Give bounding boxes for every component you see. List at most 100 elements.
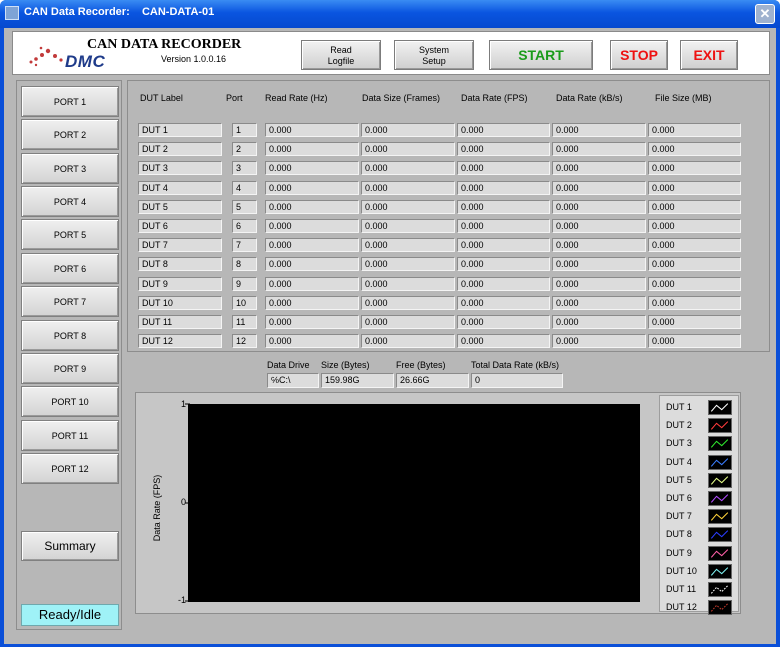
stop-button[interactable]: STOP xyxy=(610,40,668,70)
cell-file-size: 0.000 xyxy=(648,295,741,310)
cell-port: 11 xyxy=(232,315,257,329)
port-button-2[interactable]: PORT 2 xyxy=(21,119,119,150)
data-drive-value: C:\ xyxy=(278,375,291,385)
legend-item[interactable]: DUT 8 xyxy=(666,526,738,543)
legend-swatch-icon xyxy=(708,545,732,561)
cell-file-size: 0.000 xyxy=(648,257,741,272)
close-window-button[interactable]: ✕ xyxy=(755,4,775,24)
app-icon xyxy=(5,6,19,20)
title-bar[interactable]: CAN Data Recorder: CAN-DATA-01 ✕ xyxy=(0,0,780,28)
cell-data-rate-fps: 0.000 xyxy=(457,199,550,214)
port-button-3[interactable]: PORT 3 xyxy=(21,153,119,184)
cell-read-rate: 0.000 xyxy=(265,123,359,137)
legend-item[interactable]: DUT 2 xyxy=(666,417,738,434)
legend-label: DUT 2 xyxy=(666,420,692,431)
cell-dut-label: DUT 11 xyxy=(138,315,222,329)
cell-dut-label: DUT 3 xyxy=(138,161,222,176)
app-window: CAN Data Recorder: CAN-DATA-01 ✕ DMC CAN… xyxy=(0,0,780,647)
total-rate-value: 0 xyxy=(471,373,563,388)
legend-item[interactable]: DUT 11 xyxy=(666,581,738,598)
dut-table-panel: DUT Label Port Read Rate (Hz) Data Size … xyxy=(127,80,770,352)
plot-area[interactable] xyxy=(188,404,640,602)
size-value: 159.98G xyxy=(321,373,394,388)
legend-label: DUT 4 xyxy=(666,456,692,467)
cell-file-size: 0.000 xyxy=(648,219,741,233)
legend-item[interactable]: DUT 7 xyxy=(666,508,738,525)
legend-label: DUT 1 xyxy=(666,402,692,412)
cell-data-rate-kbs: 0.000 xyxy=(552,257,646,272)
cell-data-rate-kbs: 0.000 xyxy=(552,315,646,329)
cell-dut-label: DUT 12 xyxy=(138,334,222,349)
cell-data-size: 0.000 xyxy=(361,238,455,253)
legend-swatch-icon xyxy=(708,436,732,452)
legend-item[interactable]: DUT 10 xyxy=(666,563,738,580)
cell-port: 8 xyxy=(232,257,257,272)
port-button-10[interactable]: PORT 10 xyxy=(21,386,119,417)
start-button[interactable]: START xyxy=(489,40,593,70)
cell-port: 9 xyxy=(232,276,257,291)
cell-dut-label: DUT 9 xyxy=(138,276,222,291)
port-button-12[interactable]: PORT 12 xyxy=(21,453,119,484)
cell-data-rate-kbs: 0.000 xyxy=(552,199,646,214)
exit-button[interactable]: EXIT xyxy=(680,40,738,70)
port-button-6[interactable]: PORT 6 xyxy=(21,253,119,284)
cell-file-size: 0.000 xyxy=(648,276,741,291)
legend-item[interactable]: DUT 12 xyxy=(666,599,738,616)
cell-data-size: 0.000 xyxy=(361,295,455,310)
port-button-1[interactable]: PORT 1 xyxy=(21,86,119,117)
drive-path-icon: ℅ xyxy=(271,375,279,385)
cell-read-rate: 0.000 xyxy=(265,219,359,233)
cell-data-size: 0.000 xyxy=(361,180,455,195)
cell-data-size: 0.000 xyxy=(361,219,455,233)
cell-read-rate: 0.000 xyxy=(265,315,359,329)
cell-port: 4 xyxy=(232,180,257,195)
system-setup-label-line1: System xyxy=(418,45,449,55)
cell-data-rate-fps: 0.000 xyxy=(457,334,550,349)
legend-item[interactable]: DUT 4 xyxy=(666,454,738,471)
column-header-data-rate-fps: Data Rate (FPS) xyxy=(461,93,528,103)
port-button-9[interactable]: PORT 9 xyxy=(21,353,119,384)
read-logfile-button[interactable]: Read Logfile xyxy=(301,40,381,70)
logo-dots-icon xyxy=(29,46,63,67)
legend-item[interactable]: DUT 9 xyxy=(666,545,738,562)
cell-data-size: 0.000 xyxy=(361,199,455,214)
port-button-7[interactable]: PORT 7 xyxy=(21,286,119,317)
system-setup-button[interactable]: System Setup xyxy=(394,40,474,70)
version-label: Version 1.0.0.16 xyxy=(161,54,227,64)
port-button-4[interactable]: PORT 4 xyxy=(21,186,119,217)
cell-read-rate: 0.000 xyxy=(265,238,359,253)
cell-dut-label: DUT 1 xyxy=(138,123,222,137)
legend-swatch-icon xyxy=(708,563,732,579)
legend-item[interactable]: DUT 5 xyxy=(666,472,738,489)
port-button-5[interactable]: PORT 5 xyxy=(21,219,119,250)
cell-port: 12 xyxy=(232,334,257,349)
legend-item[interactable]: DUT 6 xyxy=(666,490,738,507)
legend-swatch-icon xyxy=(708,491,732,506)
header-panel: DMC CAN DATA RECORDER Version 1.0.0.16 R… xyxy=(12,31,770,75)
cell-port: 10 xyxy=(232,295,257,310)
legend-label: DUT 5 xyxy=(666,474,692,485)
client-area: DMC CAN DATA RECORDER Version 1.0.0.16 R… xyxy=(4,28,776,644)
port-button-8[interactable]: PORT 8 xyxy=(21,320,119,351)
legend-label: DUT 6 xyxy=(666,493,692,503)
cell-port: 7 xyxy=(232,238,257,253)
data-drive-label: Data Drive xyxy=(267,360,310,370)
legend-swatch-icon xyxy=(708,582,732,597)
cell-data-rate-kbs: 0.000 xyxy=(552,219,646,233)
cell-data-size: 0.000 xyxy=(361,123,455,137)
cell-data-rate-kbs: 0.000 xyxy=(552,334,646,349)
legend-item[interactable]: DUT 1 xyxy=(666,399,738,416)
legend-swatch-icon xyxy=(708,509,732,525)
cell-read-rate: 0.000 xyxy=(265,257,359,272)
cell-file-size: 0.000 xyxy=(648,123,741,137)
cell-file-size: 0.000 xyxy=(648,199,741,214)
data-drive-field[interactable]: ℅C:\ xyxy=(267,373,319,388)
port-button-11[interactable]: PORT 11 xyxy=(21,420,119,451)
summary-button[interactable]: Summary xyxy=(21,531,119,561)
legend-label: DUT 11 xyxy=(666,584,697,594)
free-label: Free (Bytes) xyxy=(396,360,446,370)
legend-label: DUT 9 xyxy=(666,547,692,558)
legend-item[interactable]: DUT 3 xyxy=(666,435,738,452)
cell-read-rate: 0.000 xyxy=(265,180,359,195)
column-header-read-rate: Read Rate (Hz) xyxy=(265,93,328,103)
